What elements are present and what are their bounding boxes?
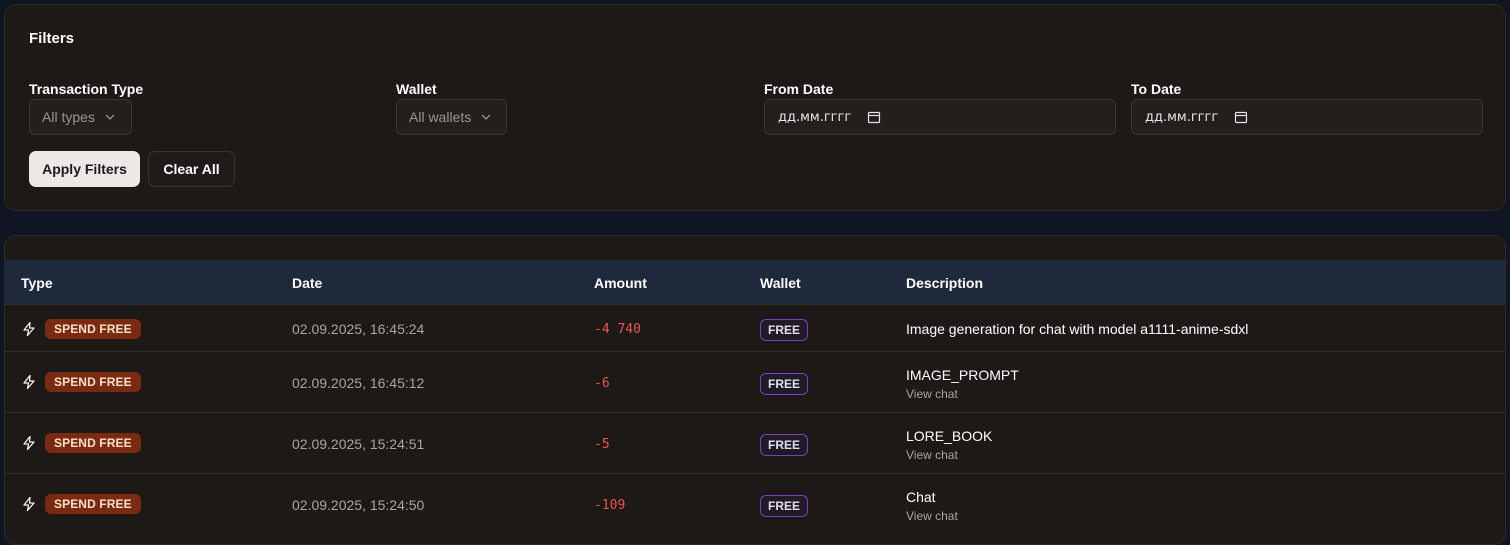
- calendar-icon[interactable]: [1234, 110, 1248, 124]
- wallet-badge: FREE: [760, 434, 809, 456]
- amount-cell: -109: [594, 498, 626, 513]
- table-row: SPEND FREE 02.09.2025, 15:24:51 -5 FREE …: [5, 413, 1505, 474]
- bolt-icon: [23, 321, 35, 337]
- date-cell: 02.09.2025, 15:24:51: [292, 436, 425, 452]
- clear-all-button[interactable]: Clear All: [148, 151, 235, 187]
- spend-free-badge: SPEND FREE: [45, 319, 141, 339]
- view-chat-link[interactable]: View chat: [906, 509, 958, 523]
- to-date-label: To Date: [1131, 81, 1182, 97]
- date-cell: 02.09.2025, 16:45:24: [292, 321, 425, 337]
- to-date-placeholder: дд.мм.гггг: [1145, 109, 1219, 125]
- column-header-date: Date: [292, 275, 323, 291]
- amount-cell: -6: [594, 376, 610, 391]
- wallet-select[interactable]: All wallets: [396, 99, 507, 135]
- description-cell: Image generation for chat with model a11…: [906, 321, 1248, 337]
- chevron-down-icon: [481, 114, 491, 120]
- description-cell: LORE_BOOK View chat: [906, 428, 992, 462]
- transaction-type-value: All types: [42, 109, 95, 125]
- to-date-input[interactable]: дд.мм.гггг: [1131, 99, 1483, 135]
- view-chat-link[interactable]: View chat: [906, 448, 992, 462]
- from-date-label: From Date: [764, 81, 834, 97]
- wallet-value: All wallets: [409, 109, 472, 125]
- bolt-icon: [23, 435, 35, 451]
- table-row: SPEND FREE 02.09.2025, 16:45:24 -4 740 F…: [5, 305, 1505, 352]
- spend-free-badge: SPEND FREE: [45, 433, 141, 453]
- wallet-badge: FREE: [760, 319, 809, 341]
- transactions-table: Type Date Amount Wallet Description SPEN…: [4, 235, 1506, 545]
- transaction-type-label: Transaction Type: [29, 81, 144, 97]
- calendar-icon[interactable]: [867, 110, 881, 124]
- description-text: LORE_BOOK: [906, 428, 993, 444]
- description-text: Image generation for chat with model a11…: [906, 321, 1249, 337]
- amount-cell: -5: [594, 437, 610, 452]
- table-row: SPEND FREE 02.09.2025, 16:45:12 -6 FREE …: [5, 352, 1505, 413]
- filters-title: Filters: [29, 30, 75, 47]
- apply-filters-button[interactable]: Apply Filters: [29, 151, 140, 187]
- table-row: SPEND FREE 02.09.2025, 15:24:50 -109 FRE…: [5, 474, 1505, 535]
- table-header: Type Date Amount Wallet Description: [5, 260, 1505, 305]
- wallet-badge: FREE: [760, 373, 809, 395]
- description-text: Chat: [906, 489, 936, 505]
- from-date-placeholder: дд.мм.гггг: [778, 109, 852, 125]
- transaction-type-select[interactable]: All types: [29, 99, 132, 135]
- spend-free-badge: SPEND FREE: [45, 494, 141, 514]
- amount-cell: -4 740: [594, 322, 641, 337]
- date-cell: 02.09.2025, 15:24:50: [292, 497, 425, 513]
- column-header-wallet: Wallet: [760, 275, 801, 291]
- column-header-description: Description: [906, 275, 984, 291]
- description-cell: Chat View chat: [906, 489, 958, 523]
- column-header-type: Type: [21, 275, 53, 291]
- type-cell: SPEND FREE: [21, 372, 141, 392]
- wallet-label: Wallet: [396, 81, 437, 97]
- type-cell: SPEND FREE: [21, 433, 141, 453]
- bolt-icon: [23, 496, 35, 512]
- column-header-amount: Amount: [594, 275, 647, 291]
- spend-free-badge: SPEND FREE: [45, 372, 141, 392]
- from-date-input[interactable]: дд.мм.гггг: [764, 99, 1116, 135]
- type-cell: SPEND FREE: [21, 494, 141, 514]
- filters-panel: Filters Transaction Type All types Walle…: [4, 4, 1506, 211]
- view-chat-link[interactable]: View chat: [906, 387, 1019, 401]
- date-cell: 02.09.2025, 16:45:12: [292, 375, 425, 391]
- type-cell: SPEND FREE: [21, 319, 141, 339]
- description-text: IMAGE_PROMPT: [906, 367, 1019, 383]
- chevron-down-icon: [105, 114, 115, 120]
- description-cell: IMAGE_PROMPT View chat: [906, 367, 1019, 401]
- wallet-badge: FREE: [760, 495, 809, 517]
- bolt-icon: [23, 374, 35, 390]
